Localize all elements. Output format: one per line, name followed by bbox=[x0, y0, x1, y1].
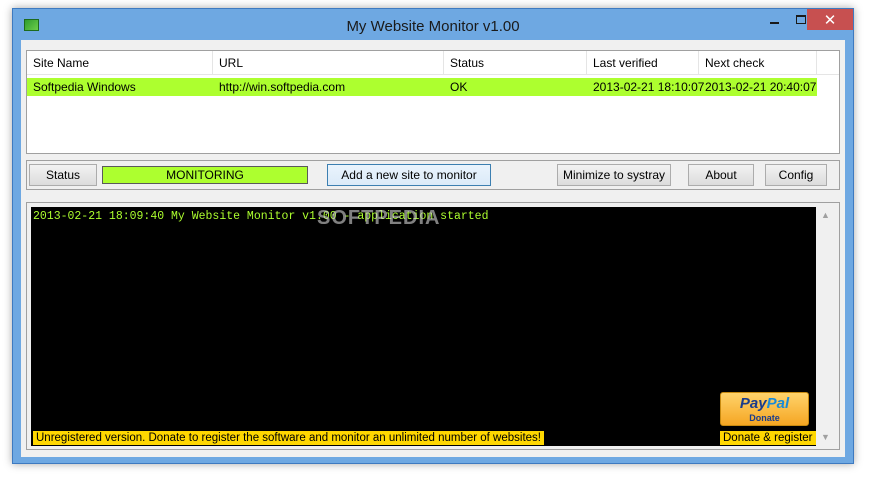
column-next-check[interactable]: Next check bbox=[699, 51, 817, 75]
close-button[interactable]: ✕ bbox=[807, 9, 853, 30]
title-bar[interactable]: My Website Monitor v1.00 ✕ bbox=[13, 9, 853, 40]
donate-register-link[interactable]: Donate & register bbox=[720, 431, 816, 445]
paypal-logo: PayPal bbox=[739, 395, 790, 412]
config-button[interactable]: Config bbox=[765, 164, 827, 186]
column-last-verified[interactable]: Last verified bbox=[587, 51, 699, 75]
cell-last-verified: 2013-02-21 18:10:07 bbox=[593, 80, 705, 94]
add-site-button[interactable]: Add a new site to monitor bbox=[327, 164, 491, 186]
watermark: SOFTPEDIA bbox=[317, 207, 441, 229]
minimize-icon bbox=[769, 21, 779, 24]
column-status[interactable]: Status bbox=[444, 51, 587, 75]
status-button[interactable]: Status bbox=[29, 164, 97, 186]
unregistered-notice: Unregistered version. Donate to register… bbox=[33, 431, 544, 445]
about-button[interactable]: About bbox=[688, 164, 754, 186]
minimize-button[interactable] bbox=[760, 9, 788, 30]
client-area: Site Name URL Status Last verified Next … bbox=[21, 40, 845, 457]
list-header: Site Name URL Status Last verified Next … bbox=[27, 51, 839, 75]
cell-status: OK bbox=[450, 80, 468, 94]
monitoring-status-indicator: MONITORING bbox=[102, 166, 308, 184]
window-title: My Website Monitor v1.00 bbox=[346, 18, 520, 35]
log-scrollbar[interactable]: ▲ ▼ bbox=[817, 207, 834, 446]
log-console[interactable]: 2013-02-21 18:09:40 My Website Monitor v… bbox=[31, 207, 816, 446]
table-row[interactable]: Softpedia Windows http://win.softpedia.c… bbox=[27, 78, 817, 96]
column-url[interactable]: URL bbox=[213, 51, 444, 75]
scroll-down-icon[interactable]: ▼ bbox=[817, 429, 834, 446]
cell-site-name: Softpedia Windows bbox=[33, 80, 136, 94]
paypal-donate-label: Donate bbox=[749, 413, 780, 423]
column-site-name[interactable]: Site Name bbox=[27, 51, 213, 75]
cell-next-check: 2013-02-21 20:40:07 bbox=[705, 80, 817, 94]
close-icon: ✕ bbox=[823, 11, 837, 29]
app-window: My Website Monitor v1.00 ✕ Site Name URL… bbox=[12, 8, 854, 464]
paypal-donate-button[interactable]: PayPal Donate bbox=[720, 392, 809, 426]
log-panel: 2013-02-21 18:09:40 My Website Monitor v… bbox=[26, 202, 840, 450]
cell-url: http://win.softpedia.com bbox=[219, 80, 346, 94]
toolbar: Status MONITORING Add a new site to moni… bbox=[26, 160, 840, 190]
minimize-to-systray-button[interactable]: Minimize to systray bbox=[557, 164, 671, 186]
scroll-up-icon[interactable]: ▲ bbox=[817, 207, 834, 224]
maximize-icon bbox=[796, 15, 806, 24]
sites-list[interactable]: Site Name URL Status Last verified Next … bbox=[26, 50, 840, 154]
